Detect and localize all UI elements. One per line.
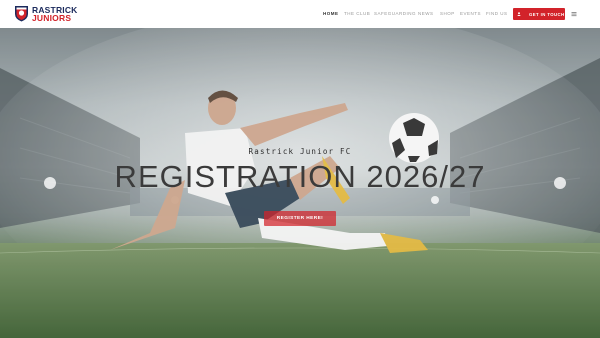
nav-find-us[interactable]: FIND US — [486, 11, 508, 16]
nav-the-club[interactable]: THE CLUB — [344, 11, 370, 16]
hero-title: REGISTRATION 2026/27 — [114, 159, 486, 194]
nav-shop[interactable]: SHOP — [440, 11, 455, 16]
site-header: RASTRICK JUNIORS HOME THE CLUB SAFEGUARD… — [0, 0, 600, 28]
nav-events[interactable]: EVENTS — [460, 11, 481, 16]
hero-subtitle: Rastrick Junior FC — [248, 147, 352, 156]
register-here-button[interactable]: REGISTER HERE! — [264, 211, 336, 226]
user-icon — [517, 12, 521, 16]
get-in-touch-label: GET IN TOUCH — [529, 11, 565, 17]
nav-safeguarding[interactable]: SAFEGUARDING — [374, 11, 416, 16]
hero-banner: Rastrick Junior FC REGISTRATION 2026/27 … — [0, 28, 600, 338]
club-logo[interactable]: RASTRICK JUNIORS — [14, 5, 78, 22]
logo-line-2: JUNIORS — [32, 12, 72, 23]
club-crest-icon — [15, 6, 28, 22]
logo-wordmark: RASTRICK JUNIORS — [32, 5, 78, 23]
get-in-touch-button[interactable]: GET IN TOUCH — [513, 8, 565, 20]
nav-news[interactable]: NEWS — [418, 11, 434, 16]
hamburger-menu-icon[interactable] — [571, 11, 577, 17]
nav-home[interactable]: HOME — [323, 11, 339, 16]
